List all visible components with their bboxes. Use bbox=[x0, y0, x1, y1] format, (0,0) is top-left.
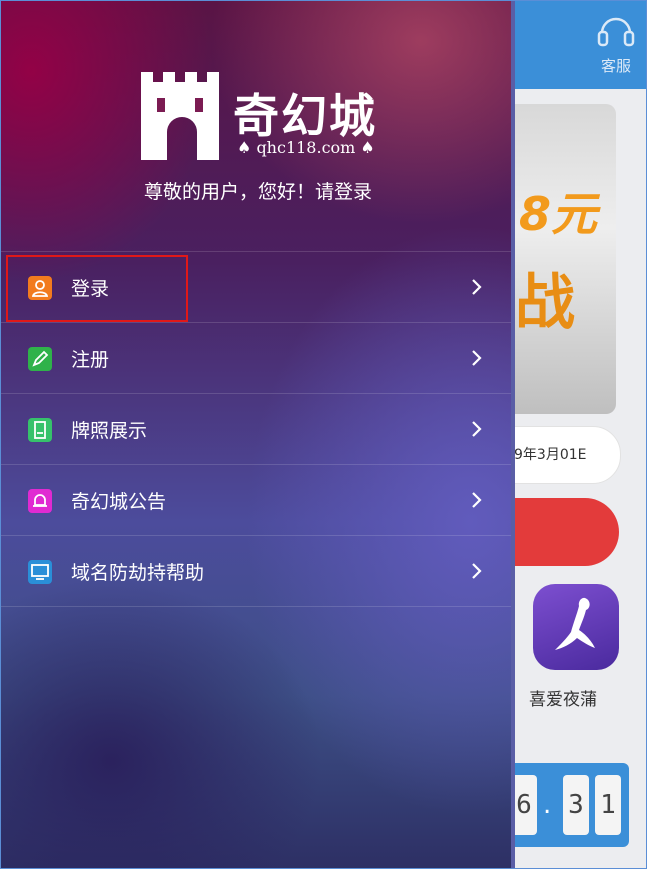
counter-digit: 3 bbox=[563, 775, 589, 835]
banner-text-top: 8元 bbox=[519, 187, 598, 241]
menu-label-domain-help: 域名防劫持帮助 bbox=[71, 562, 205, 584]
banner-text-bottom: 战 bbox=[515, 268, 575, 338]
counter-digit: 1 bbox=[595, 775, 621, 835]
dancer-icon bbox=[555, 597, 595, 650]
menu-label-register: 注册 bbox=[71, 349, 110, 371]
logo-domain-text: qhc118.com bbox=[256, 138, 356, 157]
menu-item-announcement[interactable]: 奇幻城公告 bbox=[1, 464, 511, 535]
login-highlight-box bbox=[6, 255, 188, 322]
customer-service-button[interactable]: 客服 bbox=[592, 9, 640, 81]
customer-service-label: 客服 bbox=[600, 57, 631, 75]
side-drawer: 奇幻城 ♠ qhc118.com ♠ 尊敬的用户，您好！请登录 登录 注册 牌照… bbox=[1, 1, 515, 868]
screen-frame: 客服 8元 战 9年3月01E 喜爱夜蒲 6 . 3 1 奇幻城 ♠ qhc11… bbox=[0, 0, 647, 869]
chevron-right-icon bbox=[472, 421, 482, 437]
monitor-icon bbox=[28, 560, 52, 584]
license-icon bbox=[28, 418, 52, 442]
menu-label-announcement: 奇幻城公告 bbox=[71, 491, 167, 513]
menu-label-license: 牌照展示 bbox=[71, 420, 148, 442]
menu-item-license[interactable]: 牌照展示 bbox=[1, 393, 511, 464]
counter-dot: . bbox=[543, 790, 552, 820]
menu-item-domain-help[interactable]: 域名防劫持帮助 bbox=[1, 535, 511, 607]
bell-icon bbox=[28, 489, 52, 513]
castle-logo-icon bbox=[141, 72, 219, 160]
welcome-text: 尊敬的用户，您好！请登录 bbox=[143, 181, 372, 203]
headset-icon bbox=[597, 17, 635, 47]
chevron-right-icon bbox=[472, 279, 482, 295]
chevron-right-icon bbox=[472, 492, 482, 508]
chevron-right-icon bbox=[472, 563, 482, 579]
logo-title: 奇幻城 bbox=[233, 89, 377, 143]
app-label: 喜爱夜蒲 bbox=[529, 690, 597, 710]
logo: 奇幻城 ♠ qhc118.com ♠ bbox=[139, 68, 389, 168]
logo-domain: ♠ qhc118.com ♠ bbox=[237, 138, 375, 157]
menu-item-register[interactable]: 注册 bbox=[1, 322, 511, 393]
app-tile-icon[interactable] bbox=[533, 584, 619, 670]
pencil-icon bbox=[28, 347, 52, 371]
chevron-right-icon bbox=[472, 350, 482, 366]
